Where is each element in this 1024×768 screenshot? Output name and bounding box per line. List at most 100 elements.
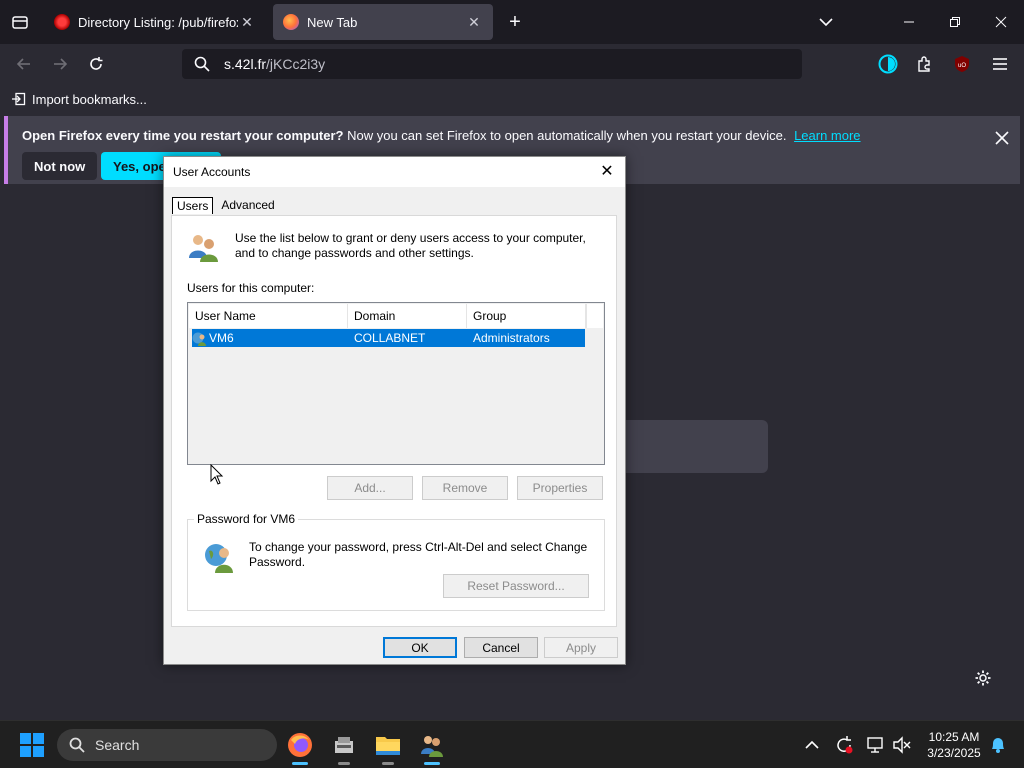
cell-group: Administrators [473,331,550,345]
import-bookmarks-label: Import bookmarks... [32,91,147,107]
cancel-button[interactable]: Cancel [464,637,538,658]
taskbar-user-accounts[interactable] [416,729,448,765]
cell-domain: COLLABNET [354,331,426,345]
notification-message: Open Firefox every time you restart your… [22,128,861,143]
firefox-icon [283,14,299,30]
bell-icon [992,738,1004,753]
running-indicator [338,762,350,765]
sync-icon [837,736,853,754]
tab-new-tab[interactable]: New Tab ✕ [273,4,493,40]
search-icon [69,737,85,753]
back-arrow-icon [16,58,30,70]
dialog-close-button[interactable]: ✕ [597,162,617,182]
not-now-button[interactable]: Not now [22,152,98,180]
taskbar: Search 10:25 AM 3/23/2025 [0,720,1024,768]
ublock-button[interactable]: uO [950,52,974,76]
volume-button[interactable] [888,729,916,761]
tab-close-icon[interactable]: ✕ [465,14,483,31]
url-path: /jKCc2i3y [266,56,326,72]
chevron-down-icon [819,18,833,27]
favicon-icon [54,14,70,30]
mouse-cursor-icon [210,464,224,485]
new-tab-button[interactable]: + [502,10,528,34]
show-hidden-icons-button[interactable] [798,729,826,761]
gear-icon [975,670,991,686]
reload-button[interactable] [84,52,108,76]
tab-bar: Directory Listing: /pub/firefox/r ✕ New … [0,0,1024,44]
taskbar-file-explorer[interactable] [372,729,404,765]
app-menu-button[interactable] [988,52,1012,76]
users-list[interactable]: User Name Domain Group VM6 COLLABNET Adm… [187,302,605,465]
notification-title: Open Firefox every time you restart your… [22,128,344,143]
restore-button[interactable] [942,10,968,34]
dialog-title-bar: User Accounts ✕ [164,157,625,187]
list-header: User Name Domain Group [189,304,586,328]
user-password-icon [205,544,233,573]
column-group[interactable]: Group [467,304,586,328]
windows-logo-icon [20,733,44,757]
forward-button[interactable] [48,52,72,76]
add-button[interactable]: Add... [327,476,413,500]
taskbar-search[interactable]: Search [57,729,277,761]
clock-date: 3/23/2025 [927,746,981,760]
extensions-button[interactable] [912,52,936,76]
tab-advanced[interactable]: Advanced [217,197,278,214]
notification-text: Now you can set Firefox to open automati… [347,128,787,143]
tab-directory-listing[interactable]: Directory Listing: /pub/firefox/r ✕ [44,4,266,40]
taskbar-app-installer[interactable] [328,729,360,765]
search-icon [194,56,210,72]
running-indicator [292,762,308,765]
search-placeholder: Search [95,737,140,753]
volume-muted-icon [893,736,911,754]
password-group-title: Password for VM6 [194,512,299,526]
column-user-name[interactable]: User Name [189,304,348,328]
tab-users[interactable]: Users [172,197,214,214]
import-bookmarks-button[interactable]: Import bookmarks... [12,92,147,107]
chevron-up-icon [805,740,819,749]
column-domain[interactable]: Domain [348,304,467,328]
back-button[interactable] [12,52,36,76]
user-accounts-dialog: User Accounts ✕ Users Advanced Use the l… [163,156,626,665]
table-row[interactable]: VM6 COLLABNET Administrators [192,329,585,347]
hamburger-icon [993,58,1007,70]
reload-icon [90,57,103,70]
intro-text: Use the list below to grant or deny user… [235,231,586,260]
system-clock[interactable]: 10:25 AM 3/23/2025 [918,729,990,761]
network-icon [867,737,883,753]
users-icon [421,736,443,757]
sync-status-button[interactable] [830,729,858,761]
running-indicator [424,762,440,765]
new-tab-settings-button[interactable] [972,667,994,689]
network-button[interactable] [862,729,890,761]
properties-button[interactable]: Properties [517,476,603,500]
apply-button[interactable]: Apply [544,637,618,658]
svg-text:uO: uO [958,63,966,69]
tab-list-button[interactable] [6,10,34,34]
plus-icon: + [509,10,521,33]
close-window-button[interactable] [988,10,1014,34]
firefox-view-button[interactable] [876,52,900,76]
url-host: s.42l.fr [224,56,267,72]
notifications-button[interactable] [984,729,1012,761]
tab-close-icon[interactable]: ✕ [238,14,256,31]
notification-close-button[interactable] [990,126,1014,150]
dialog-title: User Accounts [173,165,251,179]
ok-button[interactable]: OK [383,637,457,658]
list-scroll-corner [586,304,603,328]
reset-password-button[interactable]: Reset Password... [443,574,589,598]
users-tab-panel: Use the list below to grant or deny user… [171,215,617,627]
address-bar[interactable]: s.42l.fr/jKCc2i3y [182,49,802,79]
list-all-tabs-button[interactable] [814,10,838,34]
tab-list-icon [12,16,28,29]
import-icon [12,92,26,106]
folder-icon [376,737,400,755]
url-text: s.42l.fr/jKCc2i3y [224,56,325,72]
close-icon [995,16,1007,28]
learn-more-link[interactable]: Learn more [794,128,860,143]
minimize-button[interactable] [896,10,922,34]
taskbar-firefox[interactable] [284,729,316,765]
forward-arrow-icon [54,58,68,70]
start-button[interactable] [16,729,48,761]
dialog-tabs: Users Advanced [172,197,283,214]
remove-button[interactable]: Remove [422,476,508,500]
